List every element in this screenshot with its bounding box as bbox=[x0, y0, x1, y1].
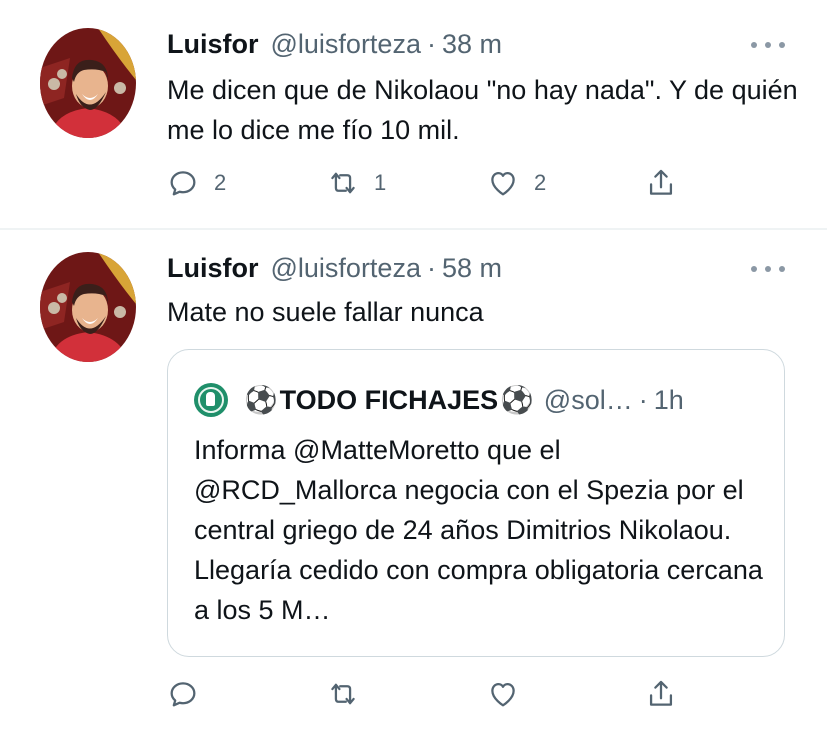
separator-dot: · bbox=[638, 384, 648, 415]
retweet-count: 1 bbox=[374, 170, 387, 195]
more-dots-icon[interactable] bbox=[751, 264, 785, 274]
quoted-author-handle: @sol… bbox=[543, 384, 633, 415]
heart-outline-icon bbox=[491, 171, 515, 196]
author-name[interactable]: Luisfor bbox=[167, 253, 259, 284]
reply-count: 2 bbox=[214, 170, 227, 195]
retweet-arrows-icon bbox=[331, 172, 355, 194]
avatar[interactable] bbox=[40, 252, 136, 362]
like-button[interactable] bbox=[486, 674, 520, 714]
quoted-tweet-header: ⚽ TODO FICHAJES ⚽ @sol… · 1h bbox=[194, 380, 684, 420]
reply-button[interactable] bbox=[166, 674, 200, 714]
avatar[interactable] bbox=[40, 28, 136, 138]
avatar-illustration bbox=[40, 28, 136, 138]
avatar-illustration bbox=[40, 252, 136, 362]
soccer-ball-icon: ⚽ bbox=[500, 385, 534, 415]
retweet-button[interactable] bbox=[326, 674, 360, 714]
author-handle[interactable]: @luisforteza bbox=[271, 253, 421, 284]
retweet-button[interactable]: 1 bbox=[326, 163, 386, 203]
separator-dot: · bbox=[426, 252, 436, 283]
soccer-ball-icon: ⚽ bbox=[244, 385, 278, 415]
author-handle[interactable]: @luisforteza bbox=[271, 29, 421, 60]
tweet-text: Me dicen que de Nikolaou "no hay nada". … bbox=[167, 75, 798, 145]
quoted-timestamp: 1h bbox=[653, 384, 684, 415]
like-count: 2 bbox=[534, 170, 547, 195]
quoted-tweet[interactable]: ⚽ TODO FICHAJES ⚽ @sol… · 1h Informa @Ma… bbox=[167, 349, 785, 657]
author-name[interactable]: Luisfor bbox=[167, 29, 259, 60]
timestamp[interactable]: 38 m bbox=[442, 29, 502, 60]
tweet-header: Luisfor @luisforteza · 58 m bbox=[167, 253, 502, 283]
tweet-text: Mate no suele fallar nunca bbox=[167, 297, 484, 327]
like-button[interactable]: 2 bbox=[486, 163, 546, 203]
tweet-actions: 2 1 2 bbox=[166, 163, 696, 203]
share-button[interactable] bbox=[644, 674, 678, 714]
separator-dot: · bbox=[426, 28, 436, 59]
speech-bubble-icon bbox=[170, 682, 196, 707]
more-dots-icon[interactable] bbox=[751, 40, 785, 50]
heart-outline-icon bbox=[491, 682, 515, 707]
share-upload-icon bbox=[649, 680, 673, 706]
quoted-avatar bbox=[194, 383, 228, 417]
tweet-actions bbox=[166, 674, 696, 714]
reply-button[interactable]: 2 bbox=[166, 163, 226, 203]
share-upload-icon bbox=[649, 169, 673, 195]
timestamp[interactable]: 58 m bbox=[442, 253, 502, 284]
tweet-header: Luisfor @luisforteza · 38 m bbox=[167, 29, 502, 59]
share-button[interactable] bbox=[644, 163, 678, 203]
quoted-author-name: TODO FICHAJES bbox=[279, 384, 499, 415]
tweet-item[interactable]: Luisfor @luisforteza · 38 m Me dicen que… bbox=[0, 0, 827, 230]
quoted-tweet-text: Informa @MatteMoretto que el @RCD_Mallor… bbox=[194, 435, 763, 625]
retweet-arrows-icon bbox=[331, 683, 355, 705]
speech-bubble-icon bbox=[170, 171, 196, 196]
tweet-item[interactable]: Luisfor @luisforteza · 58 m Mate no suel… bbox=[0, 230, 827, 739]
